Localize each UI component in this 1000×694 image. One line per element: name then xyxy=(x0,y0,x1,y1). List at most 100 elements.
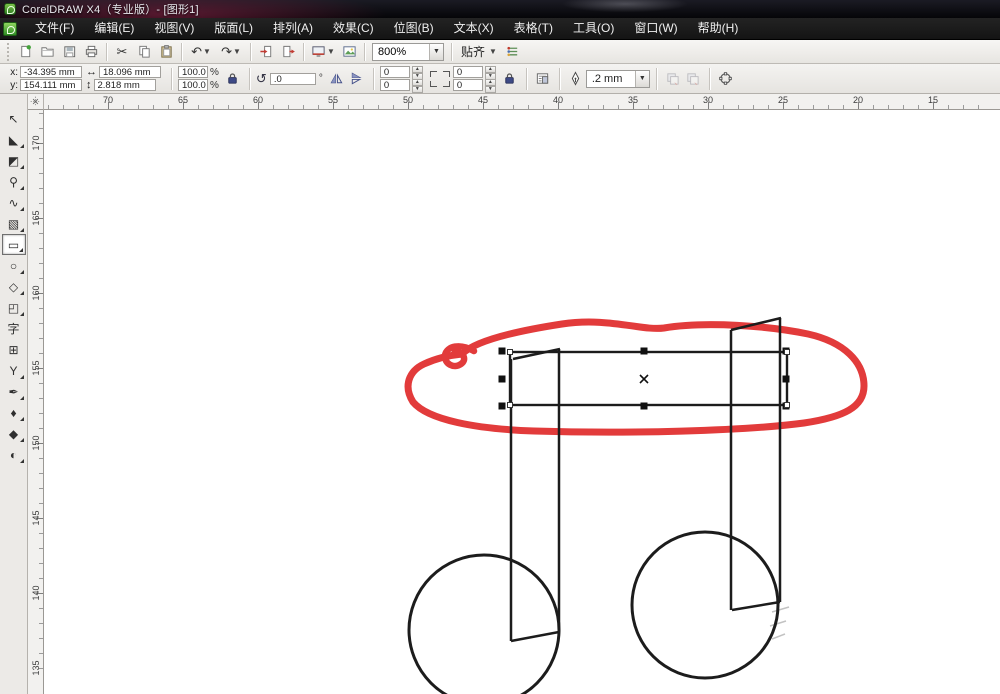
chevron-down-icon[interactable]: ▼ xyxy=(203,47,211,56)
chevron-down-icon[interactable]: ▼ xyxy=(634,70,649,87)
ellipse-tool[interactable]: ○ xyxy=(2,255,26,276)
menu-item-2[interactable]: 编辑(E) xyxy=(84,18,144,39)
pick-tool[interactable]: ↖ xyxy=(2,108,26,129)
h-ruler-number: 45 xyxy=(477,95,489,105)
zoom-level-value: 800% xyxy=(378,45,407,58)
separator xyxy=(181,42,182,61)
v-ruler-number: 150 xyxy=(31,435,41,451)
shape-tool[interactable]: ◣ xyxy=(2,129,26,150)
paste-icon[interactable] xyxy=(155,42,177,62)
object-width-field[interactable]: 18.096 mm xyxy=(99,66,161,78)
menu-item-9[interactable]: 表格(T) xyxy=(504,18,563,39)
object-height-field[interactable]: 2.818 mm xyxy=(93,79,156,91)
spinner[interactable]: ▲ ▼ xyxy=(484,66,496,80)
menu-item-11[interactable]: 窗口(W) xyxy=(624,18,687,39)
smart-fill-tool[interactable]: ▧ xyxy=(2,213,26,234)
copy-icon[interactable] xyxy=(133,42,155,62)
rectangle-tool[interactable]: ▭ xyxy=(1,234,26,255)
application-launcher-icon[interactable]: ▼ xyxy=(308,42,338,62)
standard-toolbar: ✂ ↶ ▼ ↷ ▼ ▼ 800% ▼ 贴齐 ▼ xyxy=(0,40,1000,64)
outline-pen-tool[interactable]: ♦ xyxy=(2,402,26,423)
smart-fill-tool-icon: ▧ xyxy=(7,216,20,231)
scale-x-field[interactable]: 100.0 xyxy=(178,66,208,78)
menu-item-4[interactable]: 版面(L) xyxy=(204,18,263,39)
document-icon[interactable] xyxy=(3,21,17,36)
menu-item-6[interactable]: 效果(C) xyxy=(323,18,384,39)
basic-shapes-tool[interactable]: ◰ xyxy=(2,297,26,318)
chevron-down-icon[interactable]: ▼ xyxy=(233,47,241,56)
wrap-text-icon[interactable] xyxy=(533,69,553,89)
undo-icon[interactable]: ↶ ▼ xyxy=(186,42,216,62)
freehand-tool[interactable]: ∿ xyxy=(2,192,26,213)
spinner[interactable]: ▲ ▼ xyxy=(411,79,423,93)
rotation-angle-field[interactable]: .0 xyxy=(269,72,316,85)
menu-bar: 文件(F) 编辑(E) 视图(V) 版面(L) 排列(A) 效果(C) 位图(B) 文本(X)… xyxy=(0,18,1000,40)
import-icon[interactable] xyxy=(255,42,277,62)
outline-pen-tool-icon: ♦ xyxy=(10,405,17,420)
scale-y-field[interactable]: 100.0 xyxy=(178,79,208,91)
new-document-icon[interactable] xyxy=(14,42,36,62)
export-icon[interactable] xyxy=(277,42,299,62)
redo-icon[interactable]: ↷ ▼ xyxy=(216,42,246,62)
menu-item-10[interactable]: 工具(O) xyxy=(563,18,624,39)
menu-item-7[interactable]: 位图(B) xyxy=(384,18,444,39)
mirror-vertical-icon[interactable] xyxy=(347,69,367,89)
eyedropper-tool-icon: ✒ xyxy=(8,384,19,399)
fill-tool[interactable]: ◆ xyxy=(2,423,26,444)
crop-tool[interactable]: ◩ xyxy=(2,150,26,171)
chevron-down-icon: ▼ xyxy=(489,47,497,56)
polygon-tool-icon: ◇ xyxy=(8,279,19,294)
polygon-tool[interactable]: ◇ xyxy=(2,276,26,297)
menu-item-1[interactable]: 文件(F) xyxy=(25,18,84,39)
mirror-horizontal-icon[interactable] xyxy=(327,69,347,89)
size-group: ↔ 18.096 mm ↕ 2.818 mm xyxy=(86,66,161,91)
zoom-tool[interactable]: ⚲ xyxy=(2,171,26,192)
corner-radius-br-field[interactable]: 0 xyxy=(452,79,483,91)
v-ruler-number: 160 xyxy=(31,285,41,301)
separator xyxy=(372,67,374,90)
separator xyxy=(525,67,527,90)
welcome-screen-icon[interactable] xyxy=(338,42,360,62)
zoom-level-combo[interactable]: 800% ▼ xyxy=(372,42,444,61)
lock-corners-icon[interactable] xyxy=(500,69,520,89)
outline-width-combo[interactable]: .2 mm ▼ xyxy=(585,69,650,88)
blend-tool[interactable]: Y xyxy=(2,360,26,381)
spinner[interactable]: ▲ ▼ xyxy=(484,79,496,93)
options-icon[interactable] xyxy=(502,42,524,62)
save-icon[interactable] xyxy=(58,42,80,62)
toolbar-drag-handle[interactable] xyxy=(5,42,11,61)
menu-item-8[interactable]: 文本(X) xyxy=(444,18,504,39)
corner-radius-bl-field[interactable]: 0 xyxy=(379,79,410,91)
menu-item-3[interactable]: 视图(V) xyxy=(144,18,204,39)
separator xyxy=(303,42,304,61)
menu-item-12[interactable]: 帮助(H) xyxy=(688,18,749,39)
cut-icon[interactable]: ✂ xyxy=(111,42,133,62)
outline-width-value: .2 mm xyxy=(591,72,623,85)
eyedropper-tool[interactable]: ✒ xyxy=(2,381,26,402)
convert-to-curves-icon[interactable] xyxy=(716,69,736,89)
print-icon[interactable] xyxy=(80,42,102,62)
width-icon: ↔ xyxy=(86,66,97,78)
menu-item-5[interactable]: 排列(A) xyxy=(263,18,323,39)
vertical-ruler: 170 165 160 155 150 145 140 135 xyxy=(28,110,44,694)
chevron-down-icon: ▼ xyxy=(429,43,443,60)
corner-radius-tl-field[interactable]: 0 xyxy=(379,66,410,78)
separator xyxy=(250,42,251,61)
x-position-field[interactable]: -34.395 mm xyxy=(20,66,82,78)
corner-radius-tr-field[interactable]: 0 xyxy=(452,66,483,78)
snap-to-button[interactable]: 贴齐 ▼ xyxy=(456,42,502,62)
lock-ratio-icon[interactable] xyxy=(223,69,243,89)
interactive-fill-tool[interactable]: ◐ xyxy=(2,444,26,465)
table-tool[interactable]: ⊞ xyxy=(2,339,26,360)
chevron-down-icon[interactable]: ▼ xyxy=(327,47,335,56)
ruler-origin-icon[interactable] xyxy=(28,94,44,110)
h-ruler-number: 40 xyxy=(552,95,564,105)
drawing-canvas[interactable] xyxy=(44,110,1000,694)
h-ruler-number: 25 xyxy=(777,95,789,105)
text-tool[interactable]: 字 xyxy=(2,318,26,339)
open-icon[interactable] xyxy=(36,42,58,62)
spinner[interactable]: ▲ ▼ xyxy=(411,66,423,80)
property-bar: x: -34.395 mm y: 154.111 mm ↔ 18.096 mm … xyxy=(0,64,1000,94)
v-ruler-number: 170 xyxy=(31,135,41,151)
y-position-field[interactable]: 154.111 mm xyxy=(20,79,82,91)
